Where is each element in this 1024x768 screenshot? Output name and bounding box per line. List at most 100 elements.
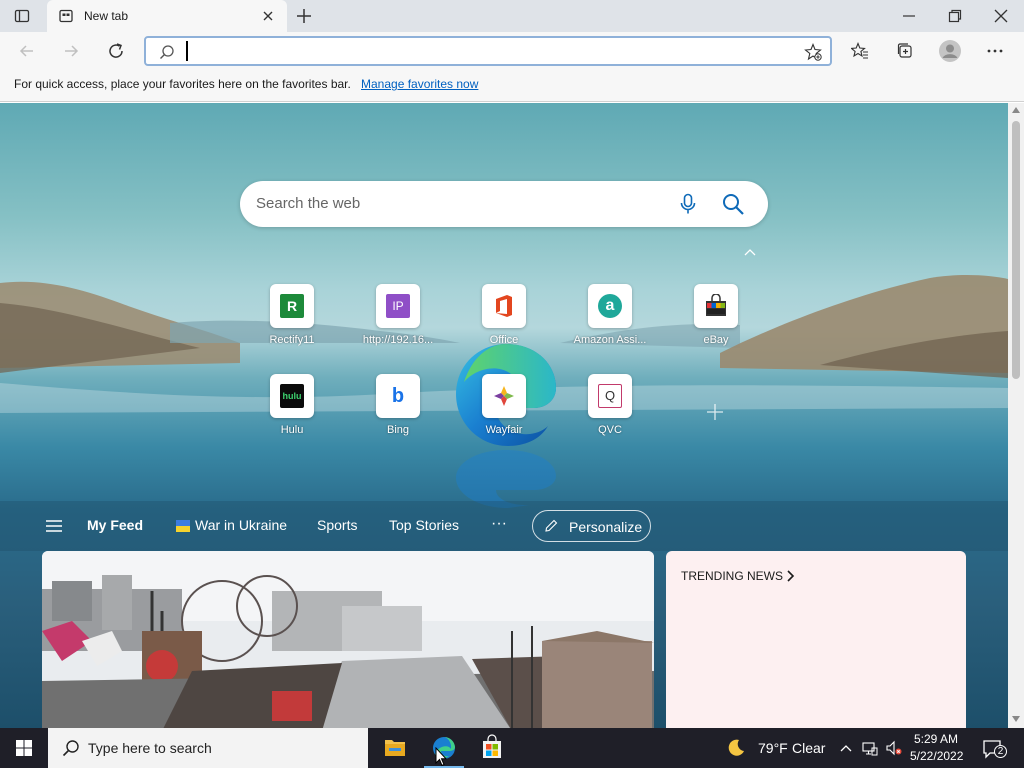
restore-button[interactable] [947, 8, 963, 24]
search-icon [62, 740, 79, 757]
web-search-box[interactable]: Search the web [240, 181, 768, 227]
title-bar: New tab [0, 0, 1024, 32]
quick-link-ip[interactable]: IP http://192.16... [358, 284, 438, 354]
scroll-up-icon[interactable] [1012, 107, 1020, 113]
tile-icon-box: IP [376, 284, 420, 328]
quick-link-label: QVC [598, 424, 622, 436]
ukraine-flag-icon [176, 520, 190, 532]
quick-link-label: http://192.16... [362, 334, 434, 346]
quick-link-hulu[interactable]: hulu Hulu [252, 374, 332, 444]
weather-condition[interactable]: Clear [792, 740, 825, 756]
page-scrollbar[interactable] [1008, 103, 1024, 728]
chevron-right-icon[interactable] [785, 570, 795, 582]
wayfair-icon [494, 386, 514, 406]
refresh-button[interactable] [107, 42, 125, 60]
add-quick-link-icon[interactable] [704, 401, 726, 423]
add-favorite-icon[interactable] [804, 43, 822, 61]
tile-icon-box: Q [588, 374, 632, 418]
quick-link-label: Amazon Assi... [573, 334, 647, 346]
quick-link-label: Hulu [280, 424, 304, 436]
favorites-bar-hint: For quick access, place your favorites h… [14, 77, 351, 91]
tab-my-feed[interactable]: My Feed [87, 517, 143, 533]
tile-icon-box [694, 284, 738, 328]
microphone-icon[interactable] [678, 193, 698, 215]
news-photo [42, 551, 654, 728]
tile-icon-box: a [588, 284, 632, 328]
new-tab-button[interactable] [296, 8, 312, 24]
qvc-icon: Q [598, 384, 622, 408]
scrollbar-thumb[interactable] [1012, 121, 1020, 379]
network-icon[interactable] [862, 740, 878, 756]
forward-button[interactable] [62, 42, 80, 60]
settings-more-icon[interactable] [986, 42, 1004, 60]
ip-icon: IP [386, 294, 410, 318]
search-icon [160, 45, 174, 59]
amazon-assistant-icon: a [598, 294, 622, 318]
chevron-up-icon[interactable] [838, 740, 854, 756]
quick-link-label: Rectify11 [269, 334, 315, 346]
scroll-down-icon[interactable] [1012, 716, 1020, 722]
hulu-icon: hulu [280, 384, 304, 408]
tile-icon-box [482, 374, 526, 418]
news-card[interactable] [42, 551, 654, 728]
quick-link-bing[interactable]: b Bing [358, 374, 438, 444]
taskbar: Type here to search 79°F Clear 5:29 AM 5… [0, 728, 1024, 768]
back-button[interactable] [18, 42, 36, 60]
quick-link-qvc[interactable]: Q QVC [570, 374, 650, 444]
trending-news-card[interactable]: TRENDING NEWS [666, 551, 966, 728]
windows-start-icon[interactable] [0, 728, 48, 768]
close-tab-icon[interactable] [261, 9, 275, 23]
bing-icon: b [386, 384, 410, 408]
tab-title: New tab [84, 9, 129, 23]
volume-muted-icon[interactable] [886, 740, 902, 756]
mouse-cursor [435, 747, 447, 767]
favorites-button[interactable] [851, 42, 869, 60]
new-tab-page: Search the web R Rectify11 IP http://192… [0, 103, 1008, 728]
weather-temperature[interactable]: 79°F [758, 740, 788, 756]
quick-link-label: Bing [386, 424, 410, 436]
collapse-chevron-icon[interactable] [742, 246, 758, 258]
personalize-label: Personalize [569, 519, 643, 535]
close-window-button[interactable] [993, 8, 1009, 24]
quick-link-wayfair[interactable]: Wayfair [464, 374, 544, 444]
quick-link-ebay[interactable]: eBay [676, 284, 756, 354]
menu-icon[interactable] [46, 519, 62, 533]
address-input[interactable] [186, 41, 786, 61]
tile-icon-box: hulu [270, 374, 314, 418]
quick-link-rectify11[interactable]: R Rectify11 [252, 284, 332, 354]
rectify11-icon: R [280, 294, 304, 318]
office-icon [496, 295, 512, 317]
address-bar[interactable] [144, 36, 832, 66]
feed-navigation: My Feed War in Ukraine Sports Top Storie… [0, 501, 1008, 551]
quick-link-label: eBay [703, 334, 729, 346]
personalize-button[interactable]: Personalize [532, 510, 651, 542]
search-placeholder: Search the web [256, 195, 361, 212]
tile-icon-box [482, 284, 526, 328]
pencil-icon [545, 519, 558, 532]
toolbar [0, 32, 1024, 70]
microsoft-store-icon[interactable] [468, 728, 516, 768]
tab-top-stories[interactable]: Top Stories [389, 517, 459, 533]
minimize-button[interactable] [901, 8, 917, 24]
tab-sports[interactable]: Sports [317, 517, 357, 533]
profile-avatar[interactable] [939, 40, 961, 62]
clock-time[interactable]: 5:29 AM [910, 732, 962, 746]
tab-actions-icon[interactable] [14, 8, 30, 24]
tile-icon-box: b [376, 374, 420, 418]
favorites-bar: For quick access, place your favorites h… [0, 70, 1024, 102]
more-topics-button[interactable]: ··· [491, 515, 507, 533]
tab-war-in-ukraine[interactable]: War in Ukraine [195, 517, 287, 533]
collections-button[interactable] [896, 42, 914, 60]
trending-title: TRENDING NEWS [681, 569, 783, 583]
moon-weather-icon[interactable] [726, 738, 746, 758]
clock-date[interactable]: 5/22/2022 [910, 749, 963, 763]
taskbar-search-box[interactable]: Type here to search [48, 728, 368, 768]
notification-center-button[interactable]: 2 [982, 739, 1007, 759]
tab-new-tab[interactable]: New tab [47, 0, 287, 32]
quick-link-amazon-assistant[interactable]: a Amazon Assi... [570, 284, 650, 354]
file-explorer-icon[interactable] [371, 728, 419, 768]
search-icon[interactable] [721, 192, 745, 216]
quick-link-office[interactable]: Office [464, 284, 544, 354]
taskbar-search-placeholder: Type here to search [88, 740, 212, 756]
manage-favorites-link[interactable]: Manage favorites now [361, 77, 478, 91]
